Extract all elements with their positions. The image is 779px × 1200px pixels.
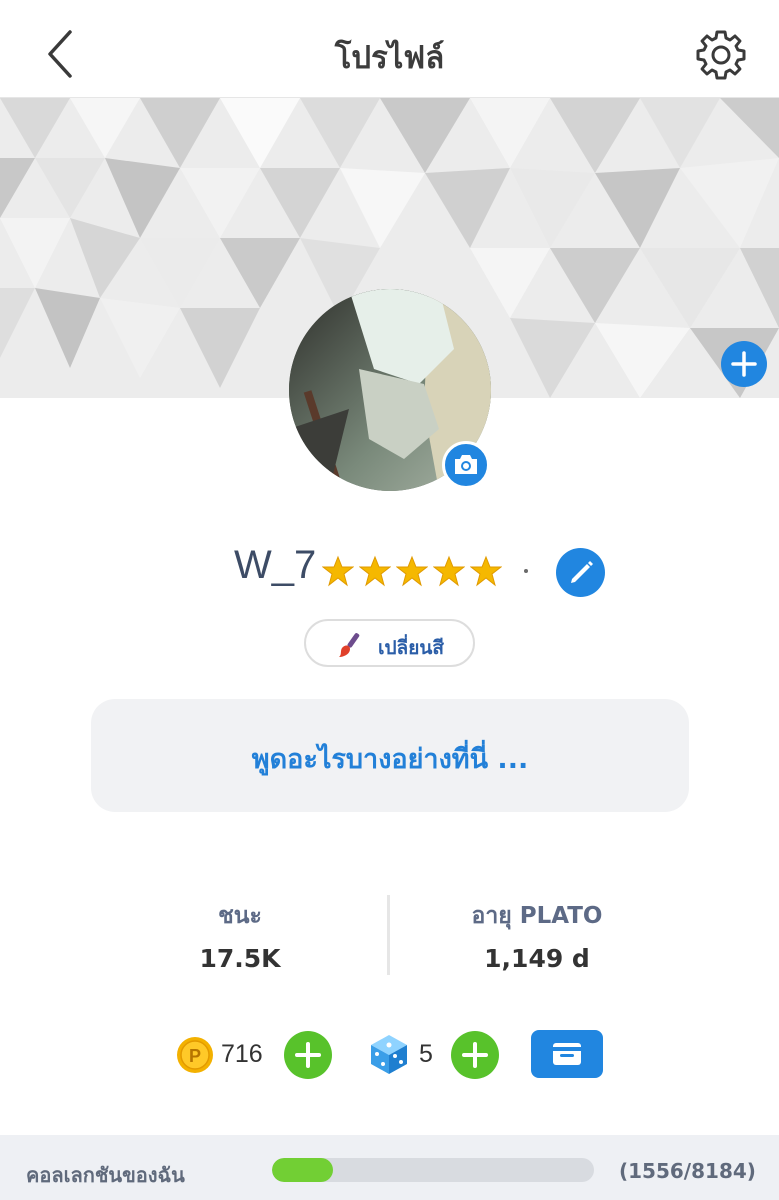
add-banner-button[interactable]: [721, 341, 767, 387]
star-icon: [322, 555, 354, 587]
collection-progress-fill: [272, 1158, 334, 1182]
plato-age-stat: อายุ PLATO 1,149 d: [437, 898, 637, 973]
dice-balance: 5: [419, 1040, 433, 1068]
change-color-button[interactable]: เปลี่ยนสี: [304, 619, 475, 667]
edit-name-button[interactable]: [556, 548, 605, 597]
change-avatar-button[interactable]: [442, 441, 490, 489]
paintbrush-icon: [339, 633, 360, 657]
camera-icon: [455, 455, 477, 474]
coin-balance: 716: [221, 1040, 263, 1068]
wallet-button[interactable]: [531, 1030, 603, 1078]
plus-icon: [731, 351, 757, 377]
star-icon: [396, 555, 428, 587]
wins-stat: ชนะ 17.5K: [140, 898, 340, 973]
status-placeholder: พูดอะไรบางอย่างที่นี่ ...: [251, 744, 529, 775]
separator-dot: [524, 569, 528, 573]
plato-age-value: 1,149 d: [484, 944, 590, 973]
status-message-box[interactable]: พูดอะไรบางอย่างที่นี่ ...: [91, 699, 689, 812]
collection-label: คอลเลกชันของฉัน: [26, 1163, 185, 1187]
plus-icon: [295, 1042, 321, 1068]
username: W_7: [234, 543, 317, 587]
pencil-icon: [571, 561, 593, 583]
collection-count: (1556/8184): [619, 1159, 756, 1183]
star-icon: [359, 555, 391, 587]
plus-icon: [462, 1042, 488, 1068]
plato-age-label: อายุ PLATO: [471, 903, 603, 929]
wins-value: 17.5K: [199, 944, 281, 973]
wallet-icon: [553, 1043, 581, 1065]
coin-icon: P: [177, 1037, 213, 1073]
settings-button[interactable]: [694, 28, 748, 82]
collection-progress-bar: [272, 1158, 594, 1182]
top-bar: โปรไฟล์: [0, 0, 779, 98]
svg-text:P: P: [189, 1046, 201, 1066]
rating-stars: [322, 555, 502, 587]
star-icon: [433, 555, 465, 587]
dice-icon: [371, 1035, 407, 1074]
star-icon: [470, 555, 502, 587]
change-color-label: เปลี่ยนสี: [378, 637, 444, 659]
add-coins-button[interactable]: [284, 1031, 332, 1079]
add-dice-button[interactable]: [451, 1031, 499, 1079]
gear-icon: [696, 30, 746, 80]
wins-label: ชนะ: [218, 903, 262, 929]
stats-divider: [387, 895, 390, 975]
page-title: โปรไฟล์: [334, 40, 445, 76]
